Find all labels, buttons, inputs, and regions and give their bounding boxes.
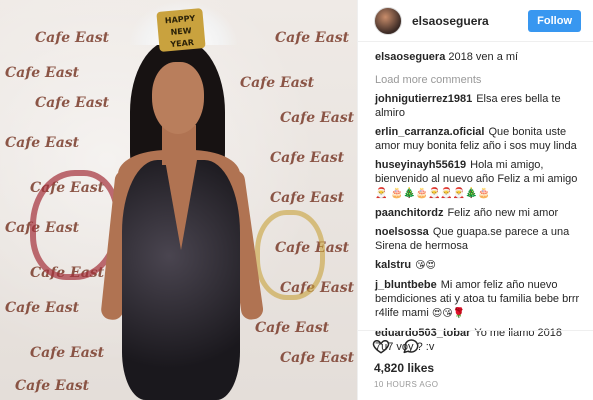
person-face bbox=[152, 62, 204, 134]
comment-username[interactable]: erlin_carranza.oficial bbox=[375, 126, 484, 138]
comment: noelsossa Que guapa.se parece a una Siren… bbox=[375, 225, 583, 253]
caption-username[interactable]: elsaoseguera bbox=[375, 51, 445, 63]
backdrop-logo: Cafe East bbox=[270, 150, 345, 166]
comment-username[interactable]: johnigutierrez1981 bbox=[375, 93, 472, 105]
backdrop-logo: Cafe East bbox=[15, 378, 90, 394]
comment: paanchitordz Feliz año new mi amor bbox=[375, 206, 583, 220]
comment: huseyinayh55619 Hola mi amigo, bienvenido… bbox=[375, 158, 583, 201]
comments-list: elsaoseguera 2018 ven a mí Load more com… bbox=[358, 48, 593, 354]
backdrop-logo: Cafe East bbox=[5, 65, 80, 81]
backdrop-logo: Cafe East bbox=[270, 190, 345, 206]
comment-emoji: 😍😘🌹 bbox=[431, 308, 466, 319]
post-header: elsaoseguera Follow bbox=[358, 0, 593, 42]
comment-icon[interactable] bbox=[402, 337, 420, 355]
comment: j_bluntbebe Mi amor feliz año nuevo bemdi… bbox=[375, 278, 583, 321]
comment-text: Feliz año new mi amor bbox=[447, 207, 559, 219]
heart-icon[interactable] bbox=[372, 337, 390, 355]
follow-button[interactable]: Follow bbox=[528, 9, 581, 32]
backdrop-logo: Cafe East bbox=[35, 30, 110, 46]
caption-text: 2018 ven a mí bbox=[448, 51, 519, 63]
backdrop-logo: Cafe East bbox=[5, 300, 80, 316]
comment-emoji: 🎅 🎂🎄🎂🎅🎅🎅🎄🎂 bbox=[375, 188, 491, 199]
comment: johnigutierrez1981 Elsa eres bella te alm… bbox=[375, 92, 583, 120]
backdrop-logo: Cafe East bbox=[255, 320, 330, 336]
comment-emoji: 😘😍 bbox=[415, 260, 436, 271]
new-year-crown: HAPPY NEW YEAR bbox=[156, 8, 206, 52]
large-backdrop-emblem bbox=[255, 210, 325, 300]
backdrop-logo: Cafe East bbox=[30, 345, 105, 361]
comment-username[interactable]: huseyinayh55619 bbox=[375, 159, 466, 171]
backdrop-logo: Cafe East bbox=[35, 95, 110, 111]
backdrop-logo: Cafe East bbox=[280, 110, 355, 126]
post-photo[interactable]: Cafe East Cafe East Cafe East Cafe East … bbox=[0, 0, 357, 400]
comment-username[interactable]: kalstru bbox=[375, 259, 411, 271]
load-more-comments-link[interactable]: Load more comments bbox=[375, 73, 583, 87]
post-timestamp[interactable]: 10 HOURS AGO bbox=[374, 380, 438, 389]
comment: erlin_carranza.oficial Que bonita uste am… bbox=[375, 125, 583, 153]
avatar[interactable] bbox=[374, 6, 402, 35]
post-caption: elsaoseguera 2018 ven a mí bbox=[375, 50, 583, 65]
comment-username[interactable]: noelsossa bbox=[375, 226, 429, 238]
post-actions bbox=[358, 330, 593, 354]
backdrop-logo: Cafe East bbox=[5, 135, 80, 151]
comment: kalstru 😘😍 bbox=[375, 258, 583, 273]
header-username[interactable]: elsaoseguera bbox=[412, 14, 528, 28]
backdrop-logo: Cafe East bbox=[240, 75, 315, 91]
post-side-panel: elsaoseguera Follow elsaoseguera 2018 ve… bbox=[357, 0, 593, 400]
backdrop-logo: Cafe East bbox=[280, 350, 355, 366]
dress-neckline bbox=[165, 160, 197, 250]
comment-username[interactable]: paanchitordz bbox=[375, 207, 443, 219]
backdrop-logo: Cafe East bbox=[275, 30, 350, 46]
comment-username[interactable]: j_bluntbebe bbox=[375, 279, 437, 291]
likes-count[interactable]: 4,820 likes bbox=[374, 361, 434, 375]
